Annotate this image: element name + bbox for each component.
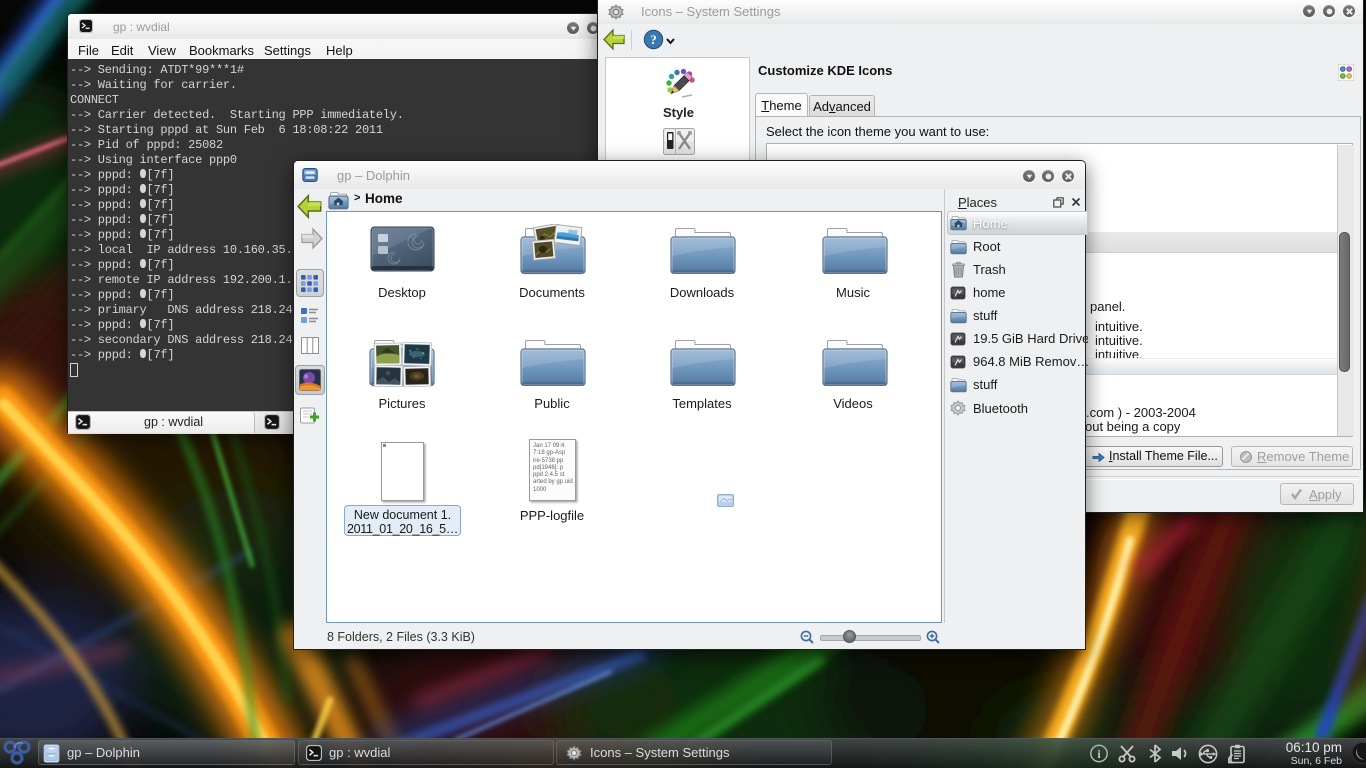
svg-text:?: ? xyxy=(650,32,657,47)
svg-text:i: i xyxy=(1097,747,1101,761)
